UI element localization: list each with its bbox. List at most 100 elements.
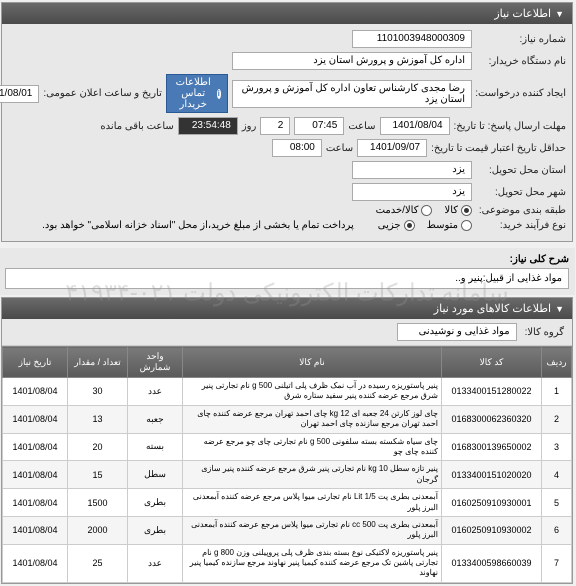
- need-number-value: 1101003948000309: [353, 30, 473, 48]
- group-label: گروه کالا:: [526, 327, 565, 338]
- cell-date: 1401/08/04: [4, 461, 69, 489]
- validity-label: حداقل تاریخ اعتبار قیمت تا تاریخ:: [432, 143, 567, 154]
- city-value: یزد: [353, 183, 473, 201]
- panel-title: اطلاعات نیاز: [495, 7, 552, 20]
- announce-label: تاریخ و ساعت اعلان عمومی:: [44, 88, 163, 99]
- goods-label: کالا: [445, 205, 459, 216]
- cell-qty: 13: [69, 405, 129, 433]
- col-code: کد کالا: [443, 347, 543, 378]
- cell-date: 1401/08/04: [4, 405, 69, 433]
- cell-qty: 30: [69, 378, 129, 406]
- collapse-arrow-icon: ▼: [556, 304, 565, 314]
- subject-goods-radio[interactable]: کالا: [445, 205, 473, 216]
- table-row[interactable]: 40133400151020020پنیر تازه سطل kg 10 نام…: [4, 461, 573, 489]
- cell-code: 0168300139650002: [443, 433, 543, 461]
- purchase-type-label: نوع فرآیند خرید:: [477, 220, 567, 231]
- province-label: استان محل تحویل:: [477, 165, 567, 176]
- cell-code: 0160250910930002: [443, 516, 543, 544]
- info-icon: i: [218, 89, 222, 99]
- deadline-time-label: ساعت: [349, 121, 376, 132]
- cell-unit: بطری: [129, 516, 184, 544]
- cell-date: 1401/08/04: [4, 489, 69, 517]
- cell-name: پنیر پاستوریزه رسیده در آب نمک ظرف پلی ا…: [184, 378, 443, 406]
- collapse-arrow-icon: ▼: [556, 9, 565, 19]
- cell-code: 0160250910930001: [443, 489, 543, 517]
- cell-unit: جعبه: [129, 405, 184, 433]
- buyer-label: نام دستگاه خریدار:: [477, 56, 567, 67]
- cell-qty: 25: [69, 544, 129, 582]
- col-qty: تعداد / مقدار: [69, 347, 129, 378]
- table-row[interactable]: 10133400151280022پنیر پاستوریزه رسیده در…: [4, 378, 573, 406]
- validity-time: 08:00: [273, 139, 323, 157]
- description-section: شرح کلی نیاز: مواد غذایی از قبیل:پنیر و.…: [0, 248, 576, 295]
- items-table: ردیف کد کالا نام کالا واحد شمارش تعداد /…: [3, 346, 573, 583]
- cell-name: چای لوز کارتن 24 جعبه ای kg 12 چای احمد …: [184, 405, 443, 433]
- col-row: ردیف: [543, 347, 573, 378]
- contact-info-button[interactable]: i اطلاعات تماس خریدار: [167, 74, 229, 113]
- cell-name: پنیر پاستوریزه لاکتیکی نوع بسته بندی ظرف…: [184, 544, 443, 582]
- purchase-partial-radio[interactable]: جزیی: [379, 220, 416, 231]
- service-label: کالا/خدمت: [377, 205, 420, 216]
- requester-value: رضا مجدی کارشناس تعاون اداره کل آموزش و …: [233, 80, 473, 108]
- cell-date: 1401/08/04: [4, 544, 69, 582]
- table-row[interactable]: 60160250910930002آبمعدنی بطری پت cc 500 …: [4, 516, 573, 544]
- desc-label: شرح کلی نیاز:: [6, 254, 570, 265]
- cell-unit: عدد: [129, 544, 184, 582]
- items-header[interactable]: ▼ اطلاعات کالاهای مورد نیاز: [3, 298, 573, 319]
- partial-label: جزیی: [379, 220, 402, 231]
- radio-checked-icon: [462, 205, 473, 216]
- cell-date: 1401/08/04: [4, 433, 69, 461]
- deadline-time: 07:45: [295, 117, 345, 135]
- payment-note: پرداخت تمام یا بخشی از مبلغ خرید،از محل …: [43, 220, 355, 231]
- validity-date: 1401/09/07: [358, 139, 428, 157]
- subject-service-radio[interactable]: کالا/خدمت: [377, 205, 434, 216]
- cell-row: 6: [543, 516, 573, 544]
- cell-qty: 2000: [69, 516, 129, 544]
- cell-name: آبمعدنی بطری پت Lit 1/5 نام تجارتی میوا …: [184, 489, 443, 517]
- remain-label: ساعت باقی مانده: [101, 121, 174, 132]
- cell-row: 1: [543, 378, 573, 406]
- col-date: تاریخ نیاز: [4, 347, 69, 378]
- cell-qty: 1500: [69, 489, 129, 517]
- cell-row: 3: [543, 433, 573, 461]
- remaining-time: 23:54:48: [179, 117, 239, 135]
- col-name: نام کالا: [184, 347, 443, 378]
- announce-value: 1401/08/01 - 07:39: [0, 85, 40, 103]
- group-value: مواد غذایی و نوشیدنی: [398, 323, 518, 341]
- cell-qty: 15: [69, 461, 129, 489]
- purchase-type-group: متوسط جزیی: [379, 220, 473, 231]
- col-unit: واحد شمارش: [129, 347, 184, 378]
- validity-time-label: ساعت: [327, 143, 354, 154]
- province-value: یزد: [353, 161, 473, 179]
- table-row[interactable]: 70133400598660039پنیر پاستوریزه لاکتیکی …: [4, 544, 573, 582]
- subject-class-group: کالا کالا/خدمت: [377, 205, 473, 216]
- cell-qty: 20: [69, 433, 129, 461]
- need-info-header[interactable]: ▼ اطلاعات نیاز: [3, 3, 573, 24]
- due-days: 2: [261, 117, 291, 135]
- cell-name: چای سیاه شکسته بسته سلفونی g 500 نام تجا…: [184, 433, 443, 461]
- deadline-date: 1401/08/04: [381, 117, 451, 135]
- cell-unit: بطری: [129, 489, 184, 517]
- cell-unit: بسته: [129, 433, 184, 461]
- city-label: شهر محل تحویل:: [477, 187, 567, 198]
- cell-row: 2: [543, 405, 573, 433]
- items-title: اطلاعات کالاهای مورد نیاز: [435, 302, 552, 315]
- table-row[interactable]: 50160250910930001آبمعدنی بطری پت Lit 1/5…: [4, 489, 573, 517]
- requester-label: ایجاد کننده درخواست:: [477, 88, 567, 99]
- table-row[interactable]: 30168300139650002چای سیاه شکسته بسته سلف…: [4, 433, 573, 461]
- deadline-label: مهلت ارسال پاسخ: تا تاریخ:: [455, 121, 567, 132]
- buyer-value: اداره کل آموزش و پرورش استان یزد: [233, 52, 473, 70]
- cell-code: 0133400151280022: [443, 378, 543, 406]
- cell-code: 0133400598660039: [443, 544, 543, 582]
- desc-value: مواد غذایی از قبیل:پنیر و..: [6, 268, 570, 289]
- table-row[interactable]: 20168300062360320چای لوز کارتن 24 جعبه ا…: [4, 405, 573, 433]
- cell-name: پنیر تازه سطل kg 10 نام تجارتی پنیر شرق …: [184, 461, 443, 489]
- need-info-panel: ▼ اطلاعات نیاز شماره نیاز: 1101003948000…: [2, 2, 574, 242]
- need-number-label: شماره نیاز:: [477, 34, 567, 45]
- cell-date: 1401/08/04: [4, 378, 69, 406]
- contact-button-label: اطلاعات تماس خریدار: [174, 77, 215, 110]
- due-label: روز: [243, 121, 258, 132]
- cell-row: 5: [543, 489, 573, 517]
- cell-date: 1401/08/04: [4, 516, 69, 544]
- purchase-medium-radio[interactable]: متوسط: [428, 220, 473, 231]
